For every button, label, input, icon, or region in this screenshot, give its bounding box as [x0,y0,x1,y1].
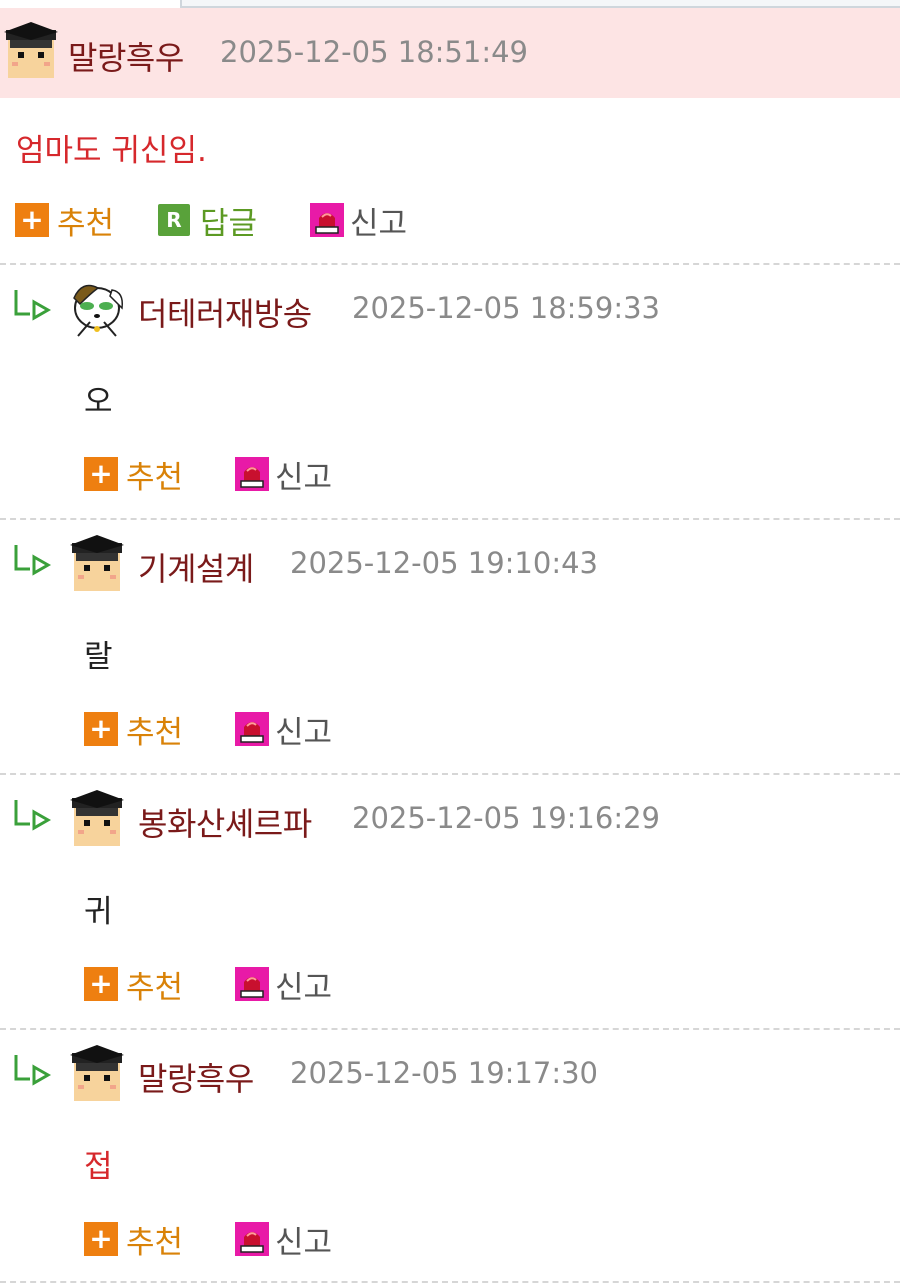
report-label: 신고 [275,714,333,751]
recommend-label: 추천 [126,1224,184,1261]
dog-avatar-icon[interactable] [68,278,126,338]
plus-icon: + [84,457,118,491]
report-button[interactable]: 신고 [235,964,333,1006]
reply-r-icon: R [158,204,190,236]
timestamp: 2025-12-05 18:51:49 [220,35,528,69]
report-label: 신고 [275,969,333,1006]
report-label: 신고 [275,1224,333,1261]
recommend-label: 추천 [126,714,184,751]
comment-root: 말랑흑우 2025-12-05 18:51:49 엄마도 귀신임. + 추천 R… [0,8,900,264]
siren-icon [235,967,269,1001]
nickname[interactable]: 봉화산셰르파 [138,799,312,845]
timestamp: 2025-12-05 18:59:33 [352,291,660,325]
reply-comment: 봉화산셰르파 2025-12-05 19:16:29 귀 + 추천 신고 [0,774,900,1029]
nickname[interactable]: 말랑흑우 [68,33,184,79]
siren-icon [235,1222,269,1256]
timestamp: 2025-12-05 19:10:43 [290,546,598,580]
recommend-button[interactable]: + 추천 [84,454,184,496]
nickname[interactable]: 더테러재방송 [138,289,312,335]
tab-edge [180,0,900,8]
timestamp: 2025-12-05 19:16:29 [352,801,660,835]
reply-arrow-icon [14,800,52,831]
recommend-button[interactable]: + 추천 [84,1219,184,1261]
siren-icon [235,712,269,746]
recommend-label: 추천 [57,205,115,242]
avatar-icon[interactable] [68,1043,126,1103]
nickname[interactable]: 말랑흑우 [138,1054,254,1100]
recommend-label: 추천 [126,969,184,1006]
reply-comment: 기계설계 2025-12-05 19:10:43 랄 + 추천 신고 [0,519,900,774]
recommend-button[interactable]: + 추천 [15,200,115,242]
plus-icon: + [84,1222,118,1256]
plus-icon: + [84,967,118,1001]
recommend-label: 추천 [126,459,184,496]
comment-body: 오 [84,384,113,420]
reply-comment: 말랑흑우 2025-12-05 19:17:30 접 + 추천 신고 [0,1029,900,1283]
report-label: 신고 [350,205,408,242]
avatar-icon[interactable] [2,20,60,80]
reply-arrow-icon [14,545,52,576]
comment-body: 엄마도 귀신임. [16,133,207,169]
report-label: 신고 [275,459,333,496]
avatar-icon[interactable] [68,788,126,848]
reply-label: 답글 [200,205,258,242]
siren-icon [235,457,269,491]
avatar-icon[interactable] [68,533,126,593]
plus-icon: + [15,203,49,237]
report-button[interactable]: 신고 [235,1219,333,1261]
reply-arrow-icon [14,1055,52,1086]
comment-body: 귀 [84,894,113,930]
report-button[interactable]: 신고 [310,200,408,242]
report-button[interactable]: 신고 [235,709,333,751]
recommend-button[interactable]: + 추천 [84,964,184,1006]
reply-comment: 더테러재방송 2025-12-05 18:59:33 오 + 추천 신고 [0,264,900,519]
nickname[interactable]: 기계설계 [138,544,254,590]
timestamp: 2025-12-05 19:17:30 [290,1056,598,1090]
siren-icon [310,203,344,237]
top-tab-bar [0,0,900,8]
plus-icon: + [84,712,118,746]
recommend-button[interactable]: + 추천 [84,709,184,751]
comment-body: 접 [84,1149,113,1185]
reply-arrow-icon [14,290,52,321]
comment-body: 랄 [84,639,113,675]
reply-button[interactable]: R 답글 [158,200,258,242]
report-button[interactable]: 신고 [235,454,333,496]
